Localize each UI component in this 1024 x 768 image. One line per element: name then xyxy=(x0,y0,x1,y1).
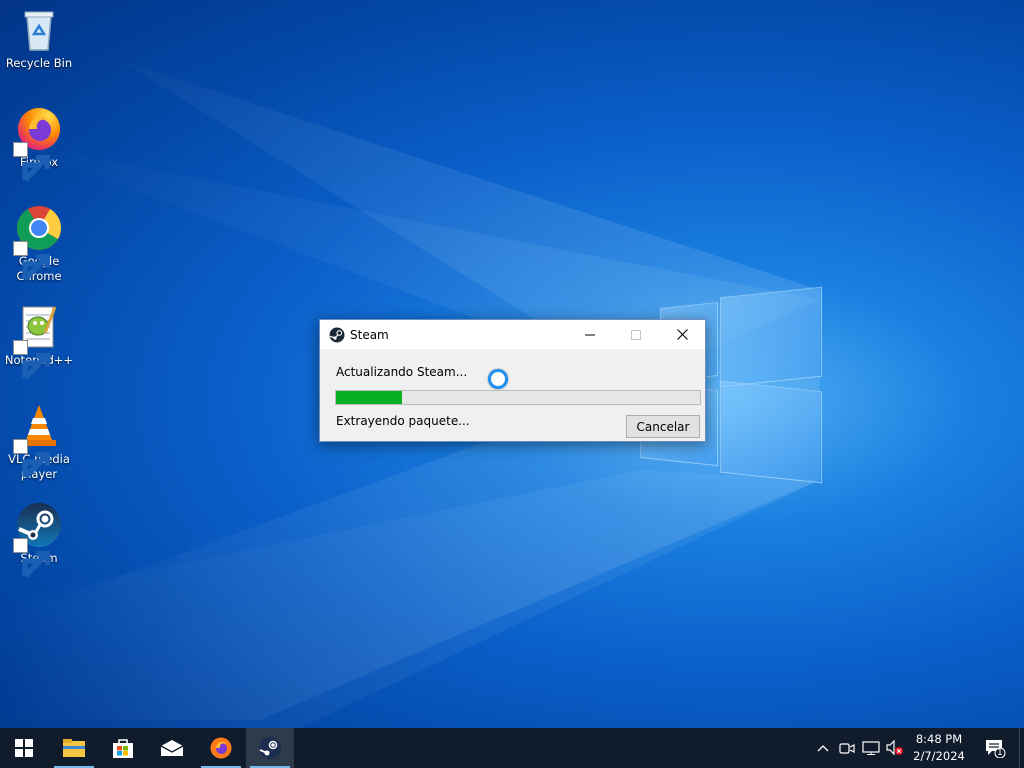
desktop-icon-chrome[interactable]: Google Chrome xyxy=(4,204,74,284)
notification-count: 1 xyxy=(997,748,1003,758)
vlc-icon xyxy=(13,402,63,479)
firefox-icon xyxy=(13,105,63,182)
update-status-text: Actualizando Steam... xyxy=(336,365,468,379)
close-icon xyxy=(676,329,688,340)
cancel-button[interactable]: Cancelar xyxy=(626,415,700,438)
notepadpp-icon xyxy=(13,303,63,380)
chrome-icon xyxy=(13,204,63,281)
dialog-title: Steam xyxy=(350,328,389,342)
microsoft-store-icon xyxy=(113,739,133,758)
steam-icon xyxy=(329,327,345,343)
maximize-icon xyxy=(631,329,641,340)
tray-meet-now[interactable] xyxy=(838,738,856,758)
system-clock[interactable]: 8:48 PM 2/7/2024 xyxy=(906,731,972,765)
progress-fill xyxy=(336,391,402,404)
volume-muted-icon xyxy=(886,740,903,756)
minimize-button[interactable] xyxy=(567,320,613,349)
action-center-button[interactable]: 1 xyxy=(978,728,1012,768)
clock-date: 2/7/2024 xyxy=(913,749,965,763)
show-hidden-icons-button[interactable] xyxy=(814,738,832,758)
show-desktop-button[interactable] xyxy=(1019,728,1024,768)
camera-icon xyxy=(839,743,855,754)
extract-status-text: Extrayendo paquete... xyxy=(336,414,470,428)
steam-icon xyxy=(259,737,281,759)
start-icon xyxy=(15,739,33,757)
windows-logo-pane-br xyxy=(720,380,822,484)
dialog-titlebar[interactable]: Steam xyxy=(320,320,705,349)
minimize-icon xyxy=(585,334,595,335)
taskbar: 8:48 PM 2/7/2024 1 xyxy=(0,728,1024,768)
taskbar-mail[interactable] xyxy=(148,728,196,768)
network-icon xyxy=(862,741,880,755)
clock-time: 8:48 PM xyxy=(915,732,963,746)
start-button[interactable] xyxy=(0,728,48,768)
recycle-bin-icon xyxy=(15,6,63,54)
desktop-icon-label: Recycle Bin xyxy=(5,56,73,70)
chevron-up-icon xyxy=(817,745,829,752)
tray-network[interactable] xyxy=(862,738,880,758)
taskbar-steam[interactable] xyxy=(246,728,294,768)
tray-volume[interactable] xyxy=(886,738,904,758)
desktop-icon-steam[interactable]: Steam xyxy=(4,501,74,578)
maximize-button xyxy=(613,320,659,349)
desktop-icon-firefox[interactable]: Firefox xyxy=(4,105,74,182)
desktop-icon-notepadpp[interactable]: Notepad++ xyxy=(4,303,74,380)
windows-logo-pane-tr xyxy=(720,286,822,388)
taskbar-firefox[interactable] xyxy=(197,728,245,768)
steam-icon xyxy=(13,501,63,578)
update-progress-bar xyxy=(335,390,701,405)
close-button[interactable] xyxy=(659,320,705,349)
taskbar-file-explorer[interactable] xyxy=(50,728,98,768)
busy-cursor-icon xyxy=(488,369,508,389)
desktop-icon-recycle-bin[interactable]: Recycle Bin xyxy=(4,6,74,71)
taskbar-microsoft-store[interactable] xyxy=(99,728,147,768)
firefox-icon xyxy=(210,737,232,759)
steam-update-dialog: Steam Actualizando Steam... Extrayendo p… xyxy=(319,319,706,442)
desktop-icon-vlc[interactable]: VLC media player xyxy=(4,402,74,482)
mail-icon xyxy=(160,740,184,756)
file-explorer-icon xyxy=(63,739,85,757)
